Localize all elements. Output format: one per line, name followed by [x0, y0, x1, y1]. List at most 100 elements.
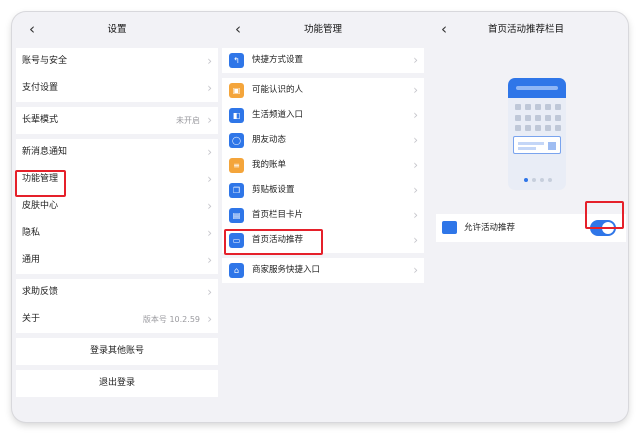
settings-item-label: 关于 [22, 314, 41, 324]
illustration-grid-dot [545, 104, 551, 110]
back-chevron-icon[interactable]: ‹ [22, 12, 42, 48]
life-channel-icon: ◧ [229, 108, 244, 123]
shortcut-icon: ↰ [229, 53, 244, 68]
illustration-search-bar [516, 86, 558, 90]
feature-item-home-card[interactable]: ▤ 首页栏目卡片 › [222, 203, 424, 228]
settings-group-general: 新消息通知 › 功能管理 › 皮肤中心 › 隐私 › 通用 › [16, 139, 218, 274]
chevron-right-icon: › [413, 133, 418, 147]
feature-item-people-you-may-know[interactable]: ▣ 可能认识的人 › [222, 78, 424, 103]
illustration-grid-dot [535, 115, 541, 121]
illustration-grid-dot [555, 115, 561, 121]
clipboard-icon: ❐ [229, 183, 244, 198]
settings-item-label: 支付设置 [22, 83, 59, 93]
settings-item-label: 长辈模式 [22, 115, 59, 125]
feature-group-shortcut: ↰ 快捷方式设置 › [222, 48, 424, 73]
highlight-box-home-activity [224, 229, 323, 255]
settings-panel: ‹ 设置 账号与安全 › 支付设置 › 长辈模式 未开启 › 新消息通知 › 功… [15, 12, 218, 422]
illustration-grid-dot [515, 104, 521, 110]
logout-group: 退出登录 [16, 370, 218, 397]
settings-item-privacy[interactable]: 隐私 › [16, 220, 218, 247]
illustration-page-dot [540, 178, 544, 182]
app-frame: ‹ 设置 账号与安全 › 支付设置 › 长辈模式 未开启 › 新消息通知 › 功… [12, 12, 628, 422]
settings-item-label: 通用 [22, 255, 41, 265]
contacts-icon: ▣ [229, 83, 244, 98]
settings-item-label: 求助反馈 [22, 287, 59, 297]
settings-group-elder: 长辈模式 未开启 › [16, 107, 218, 134]
settings-group-account: 账号与安全 › 支付设置 › [16, 48, 218, 102]
chevron-right-icon: › [413, 53, 418, 67]
illustration-activity-card [513, 136, 561, 154]
illustration-grid-dot [515, 115, 521, 121]
feature-group-merchant: ⌂ 商家服务快捷入口 › [222, 258, 424, 283]
settings-item-label: 皮肤中心 [22, 201, 59, 211]
page-title: 设置 [107, 24, 127, 35]
feature-management-header: ‹ 功能管理 [222, 12, 424, 48]
settings-item-general[interactable]: 通用 › [16, 247, 218, 274]
feature-group-main: ▣ 可能认识的人 › ◧ 生活频道入口 › ◯ 朋友动态 › ≡ 我的账单 › … [222, 78, 424, 253]
activity-icon [442, 221, 457, 234]
feature-item-clipboard[interactable]: ❐ 剪贴板设置 › [222, 178, 424, 203]
chevron-right-icon: › [207, 199, 212, 213]
settings-item-label: 隐私 [22, 228, 41, 238]
illustration-grid-dot [555, 125, 561, 131]
illustration-page-dot [524, 178, 528, 182]
settings-item-account-security[interactable]: 账号与安全 › [16, 48, 218, 75]
settings-item-payment[interactable]: 支付设置 › [16, 75, 218, 102]
feature-item-life-channel[interactable]: ◧ 生活频道入口 › [222, 103, 424, 128]
illustration-grid-dot [545, 125, 551, 131]
bill-icon: ≡ [229, 158, 244, 173]
feature-item-label: 商家服务快捷入口 [252, 265, 321, 275]
logout-button[interactable]: 退出登录 [16, 370, 218, 397]
chevron-right-icon: › [207, 253, 212, 267]
settings-item-about[interactable]: 关于 版本号 10.2.59 › [16, 306, 218, 333]
login-other-group: 登录其他账号 [16, 338, 218, 365]
chevron-right-icon: › [413, 263, 418, 277]
settings-item-skin-center[interactable]: 皮肤中心 › [16, 193, 218, 220]
page-title: 首页活动推荐栏目 [487, 24, 564, 35]
feature-item-label: 可能认识的人 [252, 85, 304, 95]
illustration-grid-dot [525, 115, 531, 121]
activity-header: ‹ 首页活动推荐栏目 [428, 12, 624, 48]
chevron-right-icon: › [413, 183, 418, 197]
settings-item-feedback[interactable]: 求助反馈 › [16, 279, 218, 306]
settings-item-notifications[interactable]: 新消息通知 › [16, 139, 218, 166]
illustration-grid-dot [535, 125, 541, 131]
friends-feed-icon: ◯ [229, 133, 244, 148]
illustration-grid-dot [515, 125, 521, 131]
chevron-right-icon: › [207, 226, 212, 240]
illustration-grid-dot [525, 125, 531, 131]
version-number: 版本号 10.2.59 [142, 315, 200, 324]
page-title: 功能管理 [303, 24, 342, 35]
chevron-right-icon: › [413, 108, 418, 122]
chevron-right-icon: › [207, 54, 212, 68]
back-chevron-icon[interactable]: ‹ [434, 12, 454, 48]
toggle-label: 允许活动推荐 [464, 223, 516, 233]
back-chevron-icon[interactable]: ‹ [228, 12, 248, 48]
feature-item-merchant-service[interactable]: ⌂ 商家服务快捷入口 › [222, 258, 424, 283]
chevron-right-icon: › [207, 113, 212, 127]
illustration-grid-dot [525, 104, 531, 110]
illustration-grid-dot [545, 115, 551, 121]
settings-item-elder-mode[interactable]: 长辈模式 未开启 › [16, 107, 218, 134]
settings-item-label: 账号与安全 [22, 56, 68, 66]
illustration-grid-dot [555, 104, 561, 110]
chevron-right-icon: › [207, 172, 212, 186]
feature-item-my-bill[interactable]: ≡ 我的账单 › [222, 153, 424, 178]
feature-item-label: 剪贴板设置 [252, 185, 295, 195]
chevron-right-icon: › [207, 312, 212, 326]
activity-panel: ‹ 首页活动推荐栏目 允许活动推荐 [428, 12, 626, 422]
feature-item-friends-feed[interactable]: ◯ 朋友动态 › [222, 128, 424, 153]
settings-header: ‹ 设置 [16, 12, 218, 48]
phone-illustration [508, 78, 566, 190]
illustration-page-dot [532, 178, 536, 182]
highlight-box-toggle [585, 201, 624, 229]
illustration-grid-dot [535, 104, 541, 110]
feature-management-panel: ‹ 功能管理 ↰ 快捷方式设置 › ▣ 可能认识的人 › ◧ 生活频道入口 › … [222, 12, 424, 422]
login-other-account-button[interactable]: 登录其他账号 [16, 338, 218, 365]
chevron-right-icon: › [207, 285, 212, 299]
chevron-right-icon: › [207, 81, 212, 95]
feature-item-label: 首页栏目卡片 [252, 210, 304, 220]
illustration-page-dot [548, 178, 552, 182]
feature-item-shortcut-settings[interactable]: ↰ 快捷方式设置 › [222, 48, 424, 73]
feature-item-label: 朋友动态 [252, 135, 287, 145]
